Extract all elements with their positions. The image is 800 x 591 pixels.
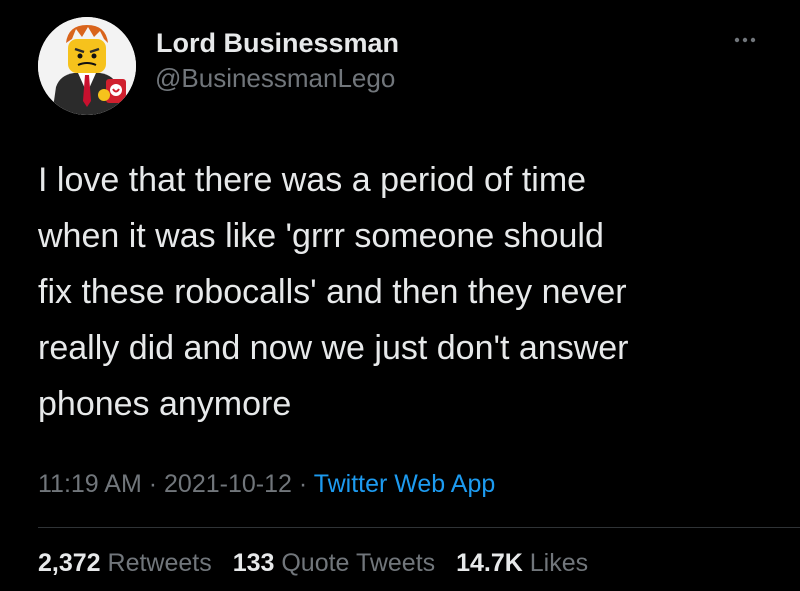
author-display-name[interactable]: Lord Businessman — [156, 28, 399, 59]
retweets-label: Retweets — [107, 549, 212, 577]
author-handle[interactable]: @BusinessmanLego — [155, 63, 395, 94]
quote-tweets-stat[interactable]: 133 Quote Tweets — [233, 549, 435, 578]
quote-tweets-label: Quote Tweets — [281, 549, 436, 577]
divider — [38, 527, 800, 528]
quote-tweets-count: 133 — [232, 549, 275, 577]
retweets-stat[interactable]: 2,372 Retweets — [38, 549, 212, 578]
tweet-date[interactable]: 2021-10-12 — [164, 470, 292, 498]
tweet-text-line: when it was like 'grrr someone should — [38, 217, 604, 255]
tweet-text-line: phones anymore — [38, 385, 292, 423]
tweet-detail: Lord Businessman @BusinessmanLego I love… — [0, 0, 800, 591]
avatar[interactable] — [38, 17, 136, 115]
tweet-text-line: I love that there was a period of time — [38, 161, 587, 199]
retweets-count: 2,372 — [38, 549, 101, 577]
tweet-time[interactable]: 11:19 AM — [38, 470, 142, 498]
tweet-source-link[interactable]: Twitter Web App — [314, 470, 496, 498]
likes-label: Likes — [529, 549, 589, 577]
tweet-stats: 2,372 Retweets 133 Quote Tweets 14.7K Li… — [38, 549, 602, 578]
lego-businessman-avatar-icon — [38, 17, 136, 115]
tweet-text: I love that there was a period of time w… — [38, 152, 778, 432]
meta-separator: · — [298, 470, 308, 498]
tweet-text-line: really did and now we just don't answer — [38, 329, 629, 367]
more-horizontal-icon — [734, 37, 756, 43]
likes-count: 14.7K — [456, 549, 523, 577]
more-options-button[interactable] — [728, 26, 762, 54]
meta-separator: · — [148, 470, 158, 498]
tweet-text-line: fix these robocalls' and then they never — [38, 273, 627, 311]
tweet-meta: 11:19 AM · 2021-10-12 · Twitter Web App — [38, 470, 495, 499]
likes-stat[interactable]: 14.7K Likes — [456, 549, 588, 578]
